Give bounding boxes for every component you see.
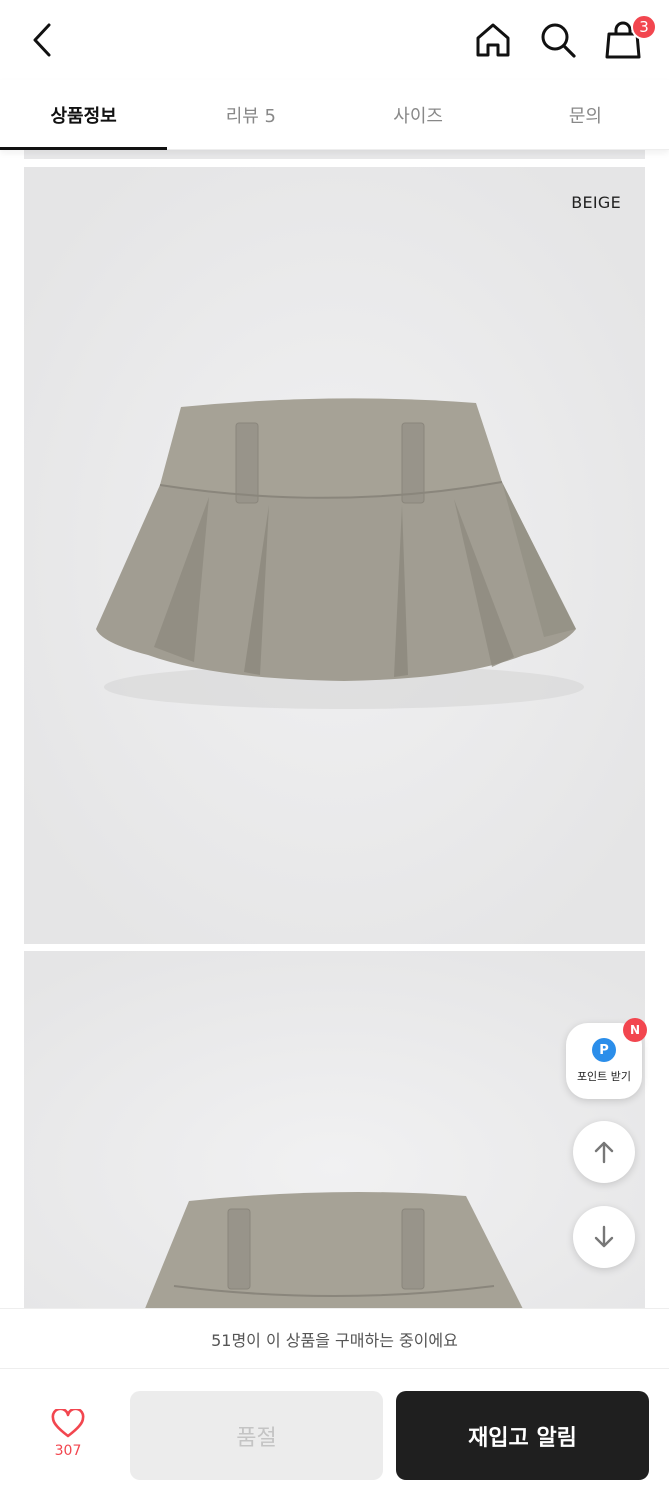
point-icon: P (592, 1038, 616, 1062)
new-badge: N (623, 1018, 647, 1042)
tab-inquiry[interactable]: 문의 (502, 80, 669, 150)
tab-product-info[interactable]: 상품정보 (0, 80, 168, 150)
wishlist-count: 307 (54, 1443, 82, 1459)
cart-count-badge: 3 (631, 14, 657, 40)
tab-reviews[interactable]: 리뷰 5 (167, 80, 334, 150)
soldout-button[interactable]: 품절 (130, 1391, 383, 1480)
search-icon (541, 23, 576, 58)
color-label: BEIGE (571, 193, 621, 212)
scroll-top-button[interactable] (573, 1121, 635, 1183)
product-image: BEIGE (24, 167, 645, 944)
restock-alert-button[interactable]: 재입고 알림 (396, 1391, 649, 1480)
purchase-activity-notice: 51명이 이 상품을 구매하는 중이에요 (0, 1308, 669, 1368)
point-label: 포인트 받기 (576, 1070, 632, 1083)
heart-icon (51, 1409, 85, 1438)
previous-product-image (24, 150, 645, 159)
product-image (24, 951, 645, 1311)
skirt-illustration (24, 951, 645, 1311)
home-button[interactable] (471, 18, 515, 62)
scroll-bottom-button[interactable] (573, 1206, 635, 1268)
tab-size[interactable]: 사이즈 (335, 80, 502, 150)
app-header: 3 (0, 0, 669, 80)
product-tabs: 상품정보 리뷰 5 사이즈 문의 (0, 80, 669, 150)
arrow-down-icon (594, 1225, 614, 1248)
back-button[interactable] (22, 18, 62, 62)
search-button[interactable] (536, 18, 580, 62)
arrow-up-icon (594, 1141, 614, 1164)
bottom-action-bar: 307 품절 재입고 알림 (0, 1368, 669, 1500)
home-icon (476, 23, 510, 57)
skirt-illustration (24, 167, 645, 944)
chevron-left-icon (33, 23, 51, 57)
wishlist-button[interactable]: 307 (30, 1409, 106, 1469)
